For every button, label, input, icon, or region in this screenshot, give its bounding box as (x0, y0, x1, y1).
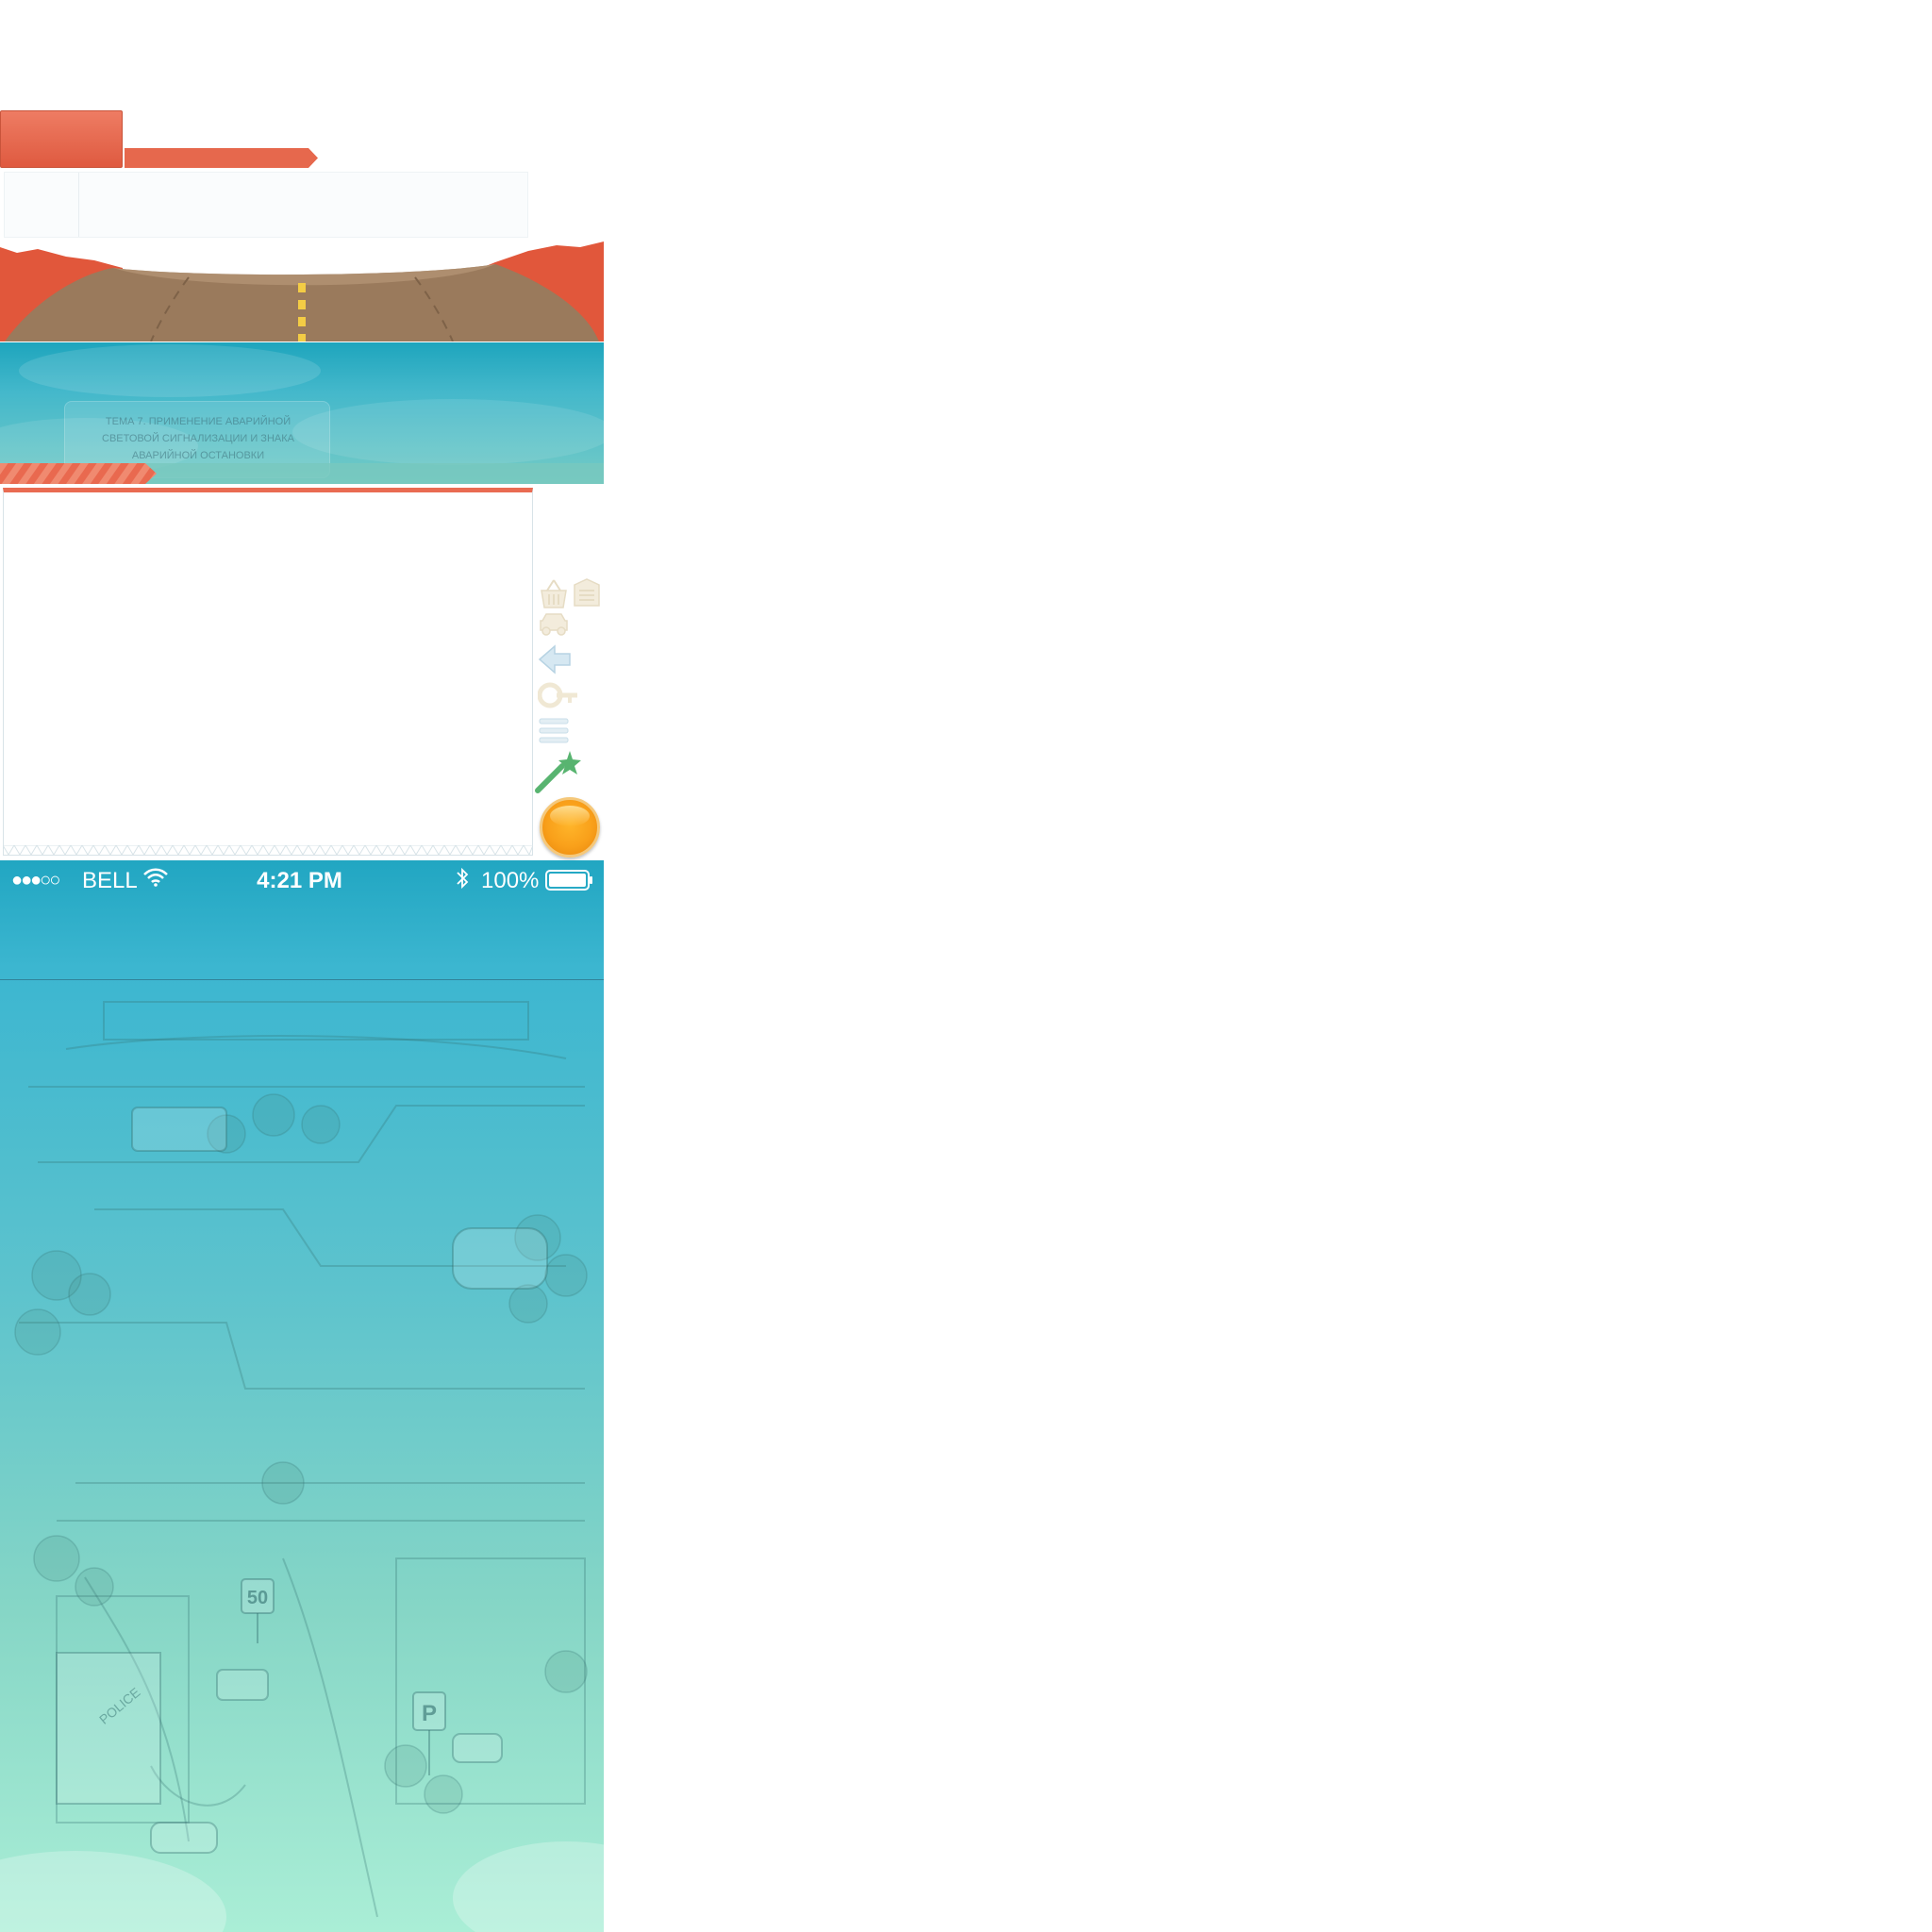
battery-percent: 100% (481, 868, 540, 893)
header-panel (4, 172, 528, 238)
header-divider (78, 173, 79, 237)
topic-title: Тема 7. Применение аварийной световой си… (102, 416, 294, 461)
progress-fill-shape (0, 463, 157, 484)
magic-wand-icon[interactable] (534, 749, 581, 794)
phone-screen: ●●●○○ BELL 4:21 PM 100% 50 P POLICE (0, 860, 604, 1932)
zigzag-edge (3, 845, 533, 857)
red-arrow-tab[interactable] (125, 148, 318, 168)
key-icon[interactable] (538, 679, 579, 711)
menu-icon[interactable] (538, 715, 570, 747)
progress-fill (0, 463, 157, 484)
speed-limit-sign: 50 (247, 1588, 268, 1608)
status-bar: ●●●○○ BELL 4:21 PM 100% (0, 860, 604, 898)
content-card (3, 488, 533, 856)
parking-sign: P (422, 1701, 437, 1726)
red-tab-button[interactable] (0, 110, 123, 168)
bluetooth-icon (457, 867, 469, 890)
car-icon[interactable] (538, 611, 570, 638)
document-icon[interactable] (571, 577, 603, 609)
nav-bar-divider (0, 979, 604, 980)
back-arrow-icon[interactable] (538, 643, 572, 675)
city-map-illustration: 50 P POLICE (0, 1001, 604, 1932)
battery-icon (545, 870, 592, 891)
basket-icon[interactable] (538, 577, 570, 609)
coin-button[interactable] (540, 797, 600, 858)
road-banner (0, 242, 604, 341)
